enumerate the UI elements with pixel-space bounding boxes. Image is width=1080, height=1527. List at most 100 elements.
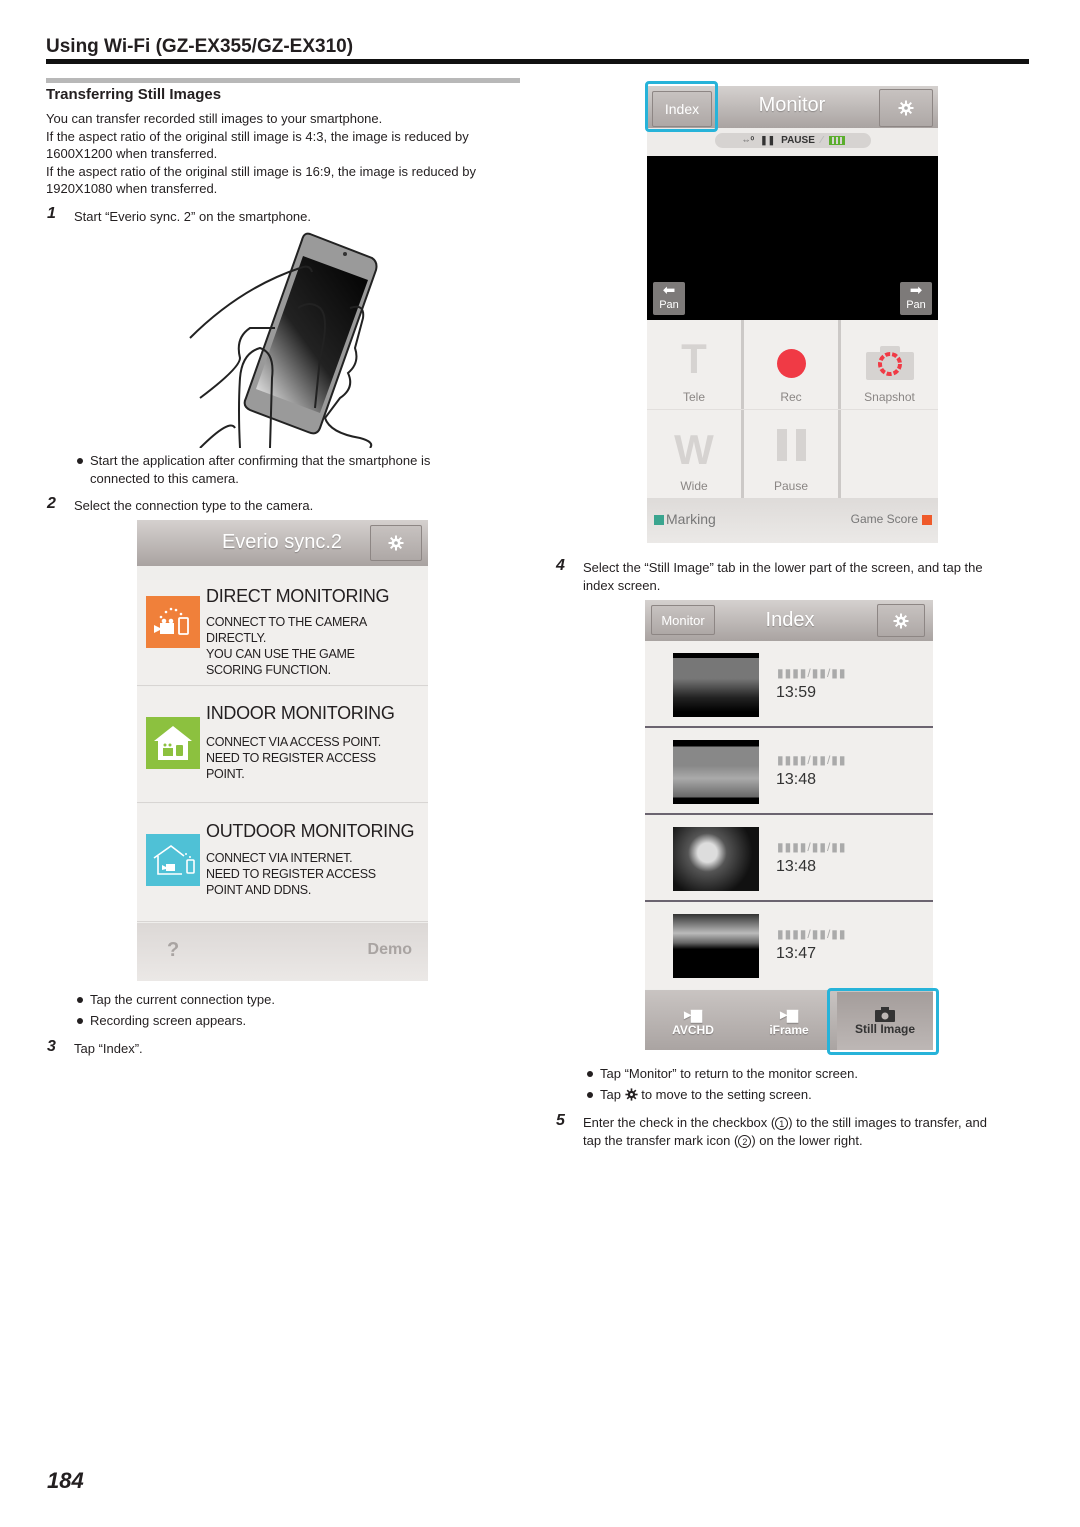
step-text: Select the “Still Image” tab in the lowe…	[583, 559, 983, 595]
chapter-title: Using Wi-Fi (GZ-EX355/GZ-EX310)	[46, 36, 354, 57]
thumbnail-beach-chair	[673, 740, 759, 804]
status-strip: ⇔⁰ ❚❚ PAUSE ⁄	[647, 128, 938, 156]
item-time: 13:59	[776, 684, 817, 701]
arrow-left-icon: ⬅	[662, 282, 676, 299]
video-camera-icon: ▸▆	[780, 1005, 798, 1022]
thumbnail-people	[673, 827, 759, 891]
game-score-button[interactable]: Game Score	[851, 512, 918, 526]
pan-left-button[interactable]: ⬅ Pan	[653, 282, 685, 315]
link-icon: ⁄	[820, 135, 823, 146]
step-text: Select the connection type to the camera…	[74, 498, 314, 513]
status-pill: ⇔⁰ ❚❚ PAUSE ⁄	[715, 133, 871, 148]
tele-button[interactable]: T Tele	[647, 320, 741, 409]
item-time: 13:48	[776, 771, 817, 788]
title-bar: Everio sync.2	[137, 520, 428, 566]
text-part: ) on the lower right.	[751, 1133, 863, 1148]
camera-icon	[866, 346, 914, 380]
step-text: Start “Everio sync. 2” on the smartphone…	[74, 209, 311, 224]
text-part: tap the transfer mark icon (	[583, 1133, 739, 1148]
note-line: Start the application after confirming t…	[90, 453, 431, 468]
option-description: CONNECT VIA INTERNET. NEED TO REGISTER A…	[206, 850, 376, 898]
step-line: Enter the check in the checkbox (1) to t…	[583, 1114, 987, 1132]
still-image-highlight	[827, 988, 939, 1055]
gear-icon	[388, 535, 404, 551]
marking-button[interactable]: Marking	[666, 511, 716, 527]
step-text: Enter the check in the checkbox (1) to t…	[583, 1114, 987, 1150]
item-date: ▮▮▮▮/▮▮/▮▮	[777, 927, 847, 941]
snapshot-button[interactable]: Snapshot	[841, 320, 938, 409]
everio-sync-screenshot: Everio sync.2 DIRECT MONITORING CONNECT …	[137, 520, 428, 981]
option-outdoor-monitoring[interactable]: OUTDOOR MONITORING CONNECT VIA INTERNET.…	[137, 804, 428, 922]
intro-line: 1600X1200 when transferred.	[46, 146, 218, 161]
gear-icon	[625, 1088, 638, 1101]
step-number: 3	[47, 1038, 56, 1055]
desc-line: POINT.	[206, 767, 245, 781]
step-line: Select the “Still Image” tab in the lowe…	[583, 560, 983, 575]
item-date: ▮▮▮▮/▮▮/▮▮	[777, 753, 847, 767]
pan-right-button[interactable]: ➡ Pan	[900, 282, 932, 315]
step-line: index screen.	[583, 578, 661, 593]
hand-holding-smartphone-illustration	[189, 232, 378, 448]
step-4-note-1: Tap “Monitor” to return to the monitor s…	[584, 1065, 858, 1083]
pause-icon	[777, 429, 787, 461]
gear-icon	[898, 100, 914, 116]
option-heading: OUTDOOR MONITORING	[206, 821, 415, 841]
desc-line: POINT AND DDNS.	[206, 883, 312, 897]
list-item[interactable]: ▮▮▮▮/▮▮/▮▮ 13:48	[645, 728, 933, 815]
intro-line: If the aspect ratio of the original stil…	[46, 163, 476, 179]
step-2-note-2: Recording screen appears.	[74, 1012, 246, 1030]
step-number: 1	[47, 205, 56, 222]
desc-line: YOU CAN USE THE GAME	[206, 647, 355, 661]
list-item[interactable]: ▮▮▮▮/▮▮/▮▮ 13:59	[645, 641, 933, 728]
text-part: Enter the check in the checkbox (	[583, 1115, 776, 1130]
step-number: 2	[47, 495, 56, 512]
header-rule	[46, 59, 1029, 64]
monitor-button[interactable]: Monitor	[651, 605, 715, 635]
section-rule	[46, 78, 520, 83]
screen-title: Index	[765, 609, 815, 631]
option-indoor-monitoring[interactable]: INDOOR MONITORING CONNECT VIA ACCESS POI…	[137, 687, 428, 803]
step-number: 5	[556, 1112, 565, 1129]
pause-icon: ❚❚	[760, 135, 776, 145]
option-description: CONNECT TO THE CAMERA DIRECTLY. YOU CAN …	[206, 614, 367, 678]
screen-title: Monitor	[758, 94, 826, 116]
circled-number-2: 2	[738, 1135, 752, 1148]
step-1-note: Start the application after confirming t…	[74, 452, 430, 487]
option-direct-monitoring[interactable]: DIRECT MONITORING CONNECT TO THE CAMERA …	[137, 580, 428, 686]
settings-button[interactable]	[879, 89, 933, 127]
intro-line: 1920X1080 when transferred.	[46, 181, 218, 196]
gear-icon	[893, 613, 909, 628]
page-number: 184	[47, 1468, 84, 1493]
tele-label: Tele	[682, 390, 705, 404]
step-4-note-2: Tap to move to the setting screen.	[584, 1086, 812, 1104]
pause-label: Pause	[773, 479, 809, 493]
intro-paragraph: You can transfer recorded still images t…	[46, 110, 476, 198]
desc-line: CONNECT VIA ACCESS POINT.	[206, 735, 381, 749]
intro-line: You can transfer recorded still images t…	[46, 111, 383, 126]
help-button[interactable]: ?	[167, 939, 179, 962]
tab-iframe[interactable]: ▸▆ iFrame	[741, 992, 837, 1050]
tab-avchd[interactable]: ▸▆ AVCHD	[645, 992, 741, 1050]
section-title: Transferring Still Images	[46, 86, 222, 103]
settings-button[interactable]	[370, 525, 422, 561]
note-text: to move to the setting screen.	[641, 1087, 812, 1102]
pause-icon-bar	[796, 429, 806, 461]
list-item[interactable]: ▮▮▮▮/▮▮/▮▮ 13:48	[645, 815, 933, 902]
settings-button[interactable]	[877, 604, 925, 637]
app-title: Everio sync.2	[221, 531, 343, 553]
index-screenshot: Monitor Index ▮▮▮▮/▮▮/▮▮ 13:59 ▮▮▮▮/▮▮/▮…	[645, 600, 933, 1050]
circled-number-1: 1	[775, 1117, 789, 1130]
wide-button[interactable]: W Wide	[647, 409, 741, 498]
pause-button[interactable]: Pause	[744, 409, 838, 498]
camera-phone-icon	[146, 596, 200, 648]
item-date: ▮▮▮▮/▮▮/▮▮	[777, 840, 847, 854]
text-part: ) to the still images to transfer, and	[788, 1115, 987, 1130]
house-outline-icon	[146, 834, 200, 886]
list-item[interactable]: ▮▮▮▮/▮▮/▮▮ 13:47	[645, 902, 933, 989]
video-camera-icon: ▸▆	[684, 1005, 702, 1022]
battery-icon	[828, 136, 845, 145]
rec-button[interactable]: Rec	[744, 320, 838, 409]
demo-button[interactable]: Demo	[368, 941, 412, 959]
monitor-screenshot: Index Monitor ⇔⁰ ❚❚ PAUSE ⁄ ⬅ Pan ➡ Pan …	[647, 86, 938, 543]
tele-icon: T	[681, 335, 707, 382]
